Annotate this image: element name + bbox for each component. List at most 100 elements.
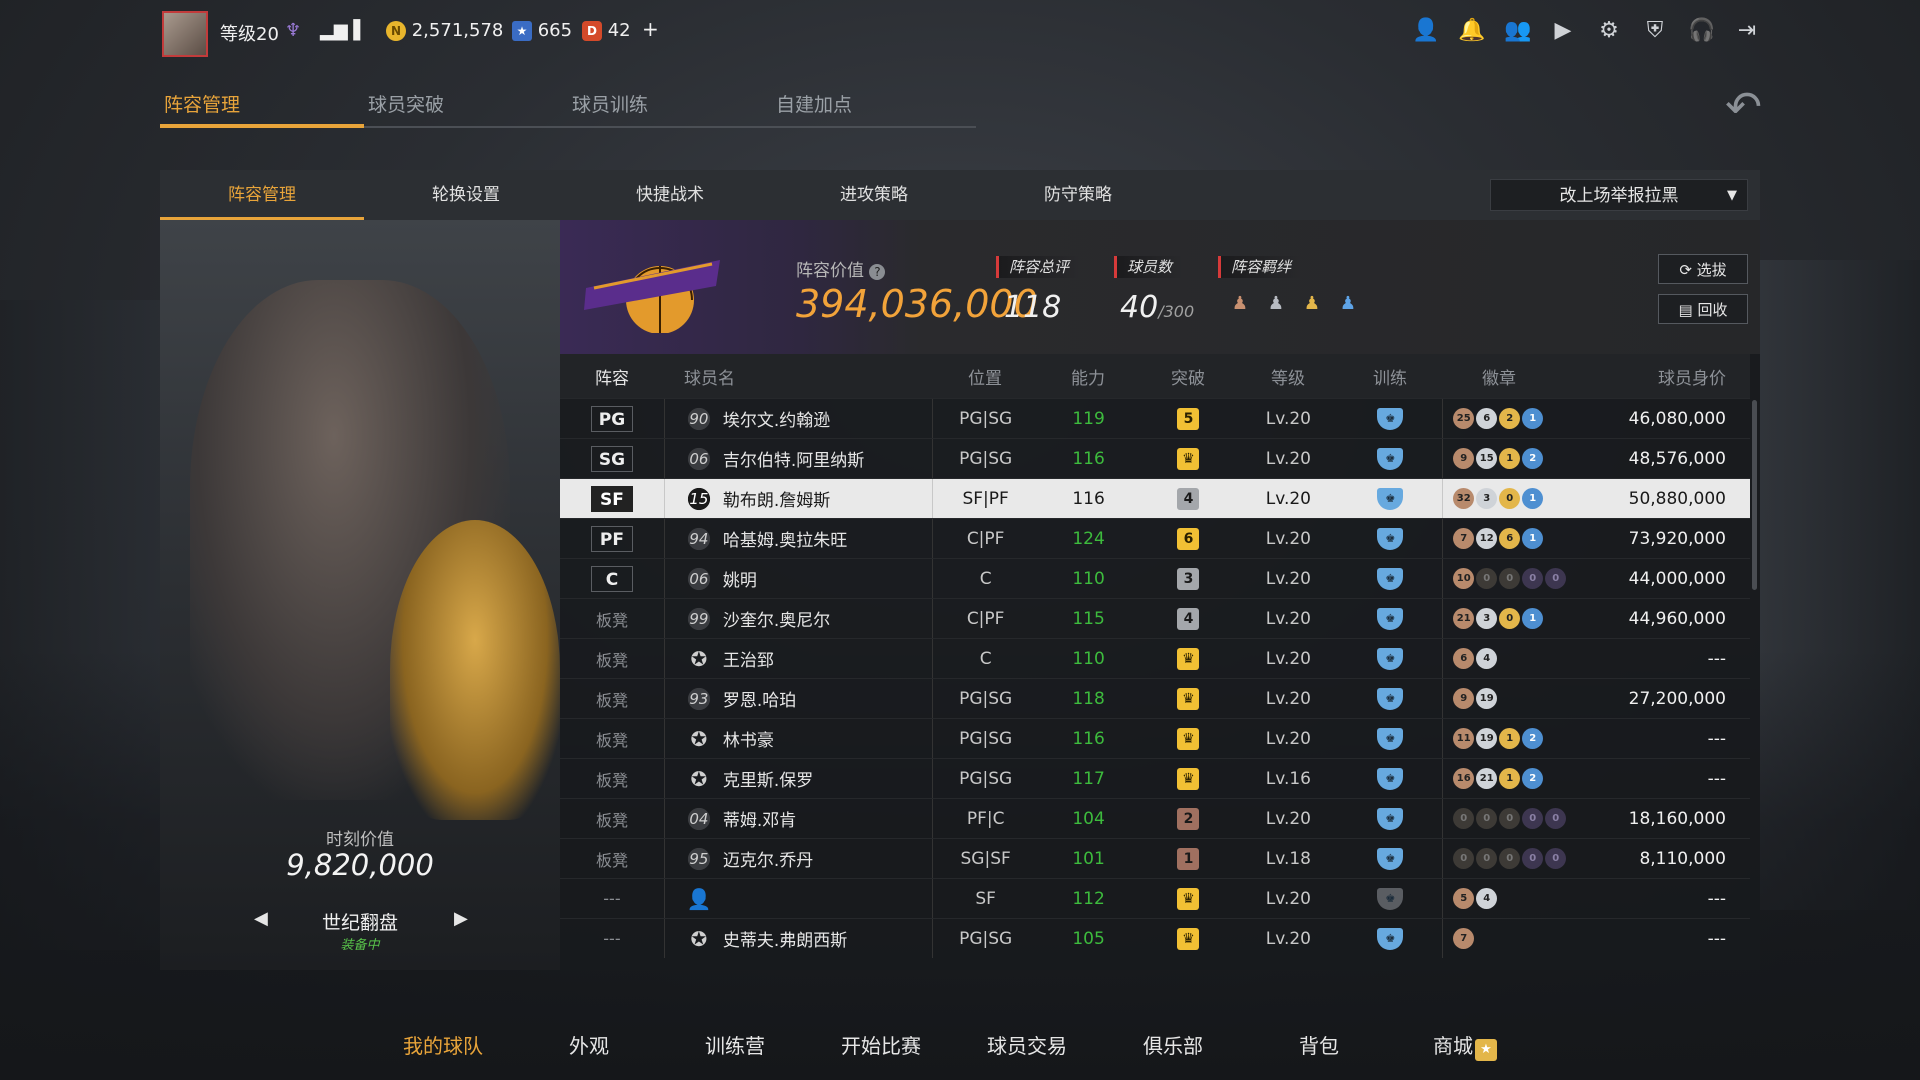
subtab-rotation[interactable]: 轮换设置: [364, 170, 568, 220]
back-arrow-icon[interactable]: ↶: [1725, 82, 1762, 133]
breakthrough-cell[interactable]: ♛: [1139, 927, 1239, 950]
breakthrough-cell[interactable]: ♛: [1139, 887, 1239, 910]
badges-cell[interactable]: 11 19 1 2: [1442, 719, 1580, 758]
nav-my-team[interactable]: 我的球队: [370, 1030, 516, 1061]
table-row[interactable]: 板凳 ✪ 克里斯.保罗 PG|SG 117 ♛ Lv.16 ♚ 16 21 1 2 --…: [560, 758, 1750, 798]
badges-cell[interactable]: 54: [1442, 879, 1580, 918]
badges-cell[interactable]: 9 19: [1442, 679, 1580, 718]
recycle-button[interactable]: ▤ 回收: [1658, 294, 1748, 324]
select-button[interactable]: ⟳ 选拔: [1658, 254, 1748, 284]
tab-training[interactable]: 球员训练: [568, 90, 772, 128]
add-currency-button[interactable]: +: [642, 17, 659, 41]
name-cell[interactable]: 04 蒂姆.邓肯: [665, 799, 933, 838]
tab-breakthrough[interactable]: 球员突破: [364, 90, 568, 128]
breakthrough-cell[interactable]: ♛: [1139, 647, 1239, 670]
bond-silver-icon[interactable]: ♟: [1262, 290, 1290, 318]
badges-cell[interactable]: 7 12 6 1: [1442, 519, 1580, 558]
name-cell[interactable]: 15 勒布朗.詹姆斯: [665, 479, 933, 518]
subtab-quick-tactics[interactable]: 快捷战术: [568, 170, 772, 220]
slot-cell[interactable]: 板凳: [560, 639, 665, 678]
name-cell[interactable]: ✪ 史蒂夫.弗朗西斯: [665, 919, 933, 958]
nav-appearance[interactable]: 外观: [516, 1030, 662, 1061]
nav-player-trade[interactable]: 球员交易: [954, 1030, 1100, 1061]
table-row[interactable]: C 06 姚明 C 110 3 Lv.20 ♚ 10 0 0 0 0 44,000,000: [560, 558, 1750, 598]
video-icon[interactable]: ▶: [1550, 18, 1576, 44]
bell-icon[interactable]: 🔔: [1458, 18, 1485, 44]
subtab-lineup[interactable]: 阵容管理: [160, 170, 364, 220]
friends-icon[interactable]: 👥: [1504, 18, 1531, 44]
breakthrough-cell[interactable]: 4: [1139, 607, 1239, 630]
training-cell[interactable]: ♚: [1338, 647, 1442, 670]
bond-bronze-icon[interactable]: ♟: [1226, 290, 1254, 318]
table-row[interactable]: PG 90 埃尔文.约翰逊 PG|SG 119 5 Lv.20 ♚ 25 6 2 1 4…: [560, 398, 1750, 438]
training-cell[interactable]: ♚: [1338, 607, 1442, 630]
subtab-offense[interactable]: 进攻策略: [772, 170, 976, 220]
badges-cell[interactable]: 25 6 2 1: [1442, 399, 1580, 438]
slot-cell[interactable]: 板凳: [560, 599, 665, 638]
training-cell[interactable]: ♚: [1338, 527, 1442, 550]
badges-cell[interactable]: 16 21 1 2: [1442, 759, 1580, 798]
slot-cell[interactable]: 板凳: [560, 799, 665, 838]
breakthrough-cell[interactable]: 6: [1139, 527, 1239, 550]
avatar[interactable]: [162, 11, 208, 57]
slot-cell[interactable]: 板凳: [560, 679, 665, 718]
table-row[interactable]: 板凳 ✪ 林书豪 PG|SG 116 ♛ Lv.20 ♚ 11 19 1 2 ---: [560, 718, 1750, 758]
badges-cell[interactable]: 9 15 1 2: [1442, 439, 1580, 478]
slot-cell[interactable]: ---: [560, 879, 665, 918]
badges-cell[interactable]: 7: [1442, 919, 1580, 958]
breakthrough-cell[interactable]: ♛: [1139, 727, 1239, 750]
table-row[interactable]: 板凳 04 蒂姆.邓肯 PF|C 104 2 Lv.20 ♚ 00000 18,1…: [560, 798, 1750, 838]
training-cell[interactable]: ♚: [1338, 447, 1442, 470]
gear-icon[interactable]: ⚙: [1596, 18, 1622, 44]
name-cell[interactable]: 06 吉尔伯特.阿里纳斯: [665, 439, 933, 478]
table-scrollbar[interactable]: [1752, 400, 1757, 590]
lineup-dropdown[interactable]: 改上场举报拉黑 ▼: [1490, 179, 1748, 211]
name-cell[interactable]: ✪ 王治郅: [665, 639, 933, 678]
table-row[interactable]: --- ✪ 史蒂夫.弗朗西斯 PG|SG 105 ♛ Lv.20 ♚ 7 ---: [560, 918, 1750, 958]
tab-lineup[interactable]: 阵容管理: [160, 90, 364, 128]
bond-blue-icon[interactable]: ♟: [1334, 290, 1362, 318]
slot-cell[interactable]: SF: [560, 479, 665, 518]
name-cell[interactable]: 90 埃尔文.约翰逊: [665, 399, 933, 438]
badges-cell[interactable]: 32 3 0 1: [1442, 479, 1580, 518]
nav-start-game[interactable]: 开始比赛: [808, 1030, 954, 1061]
table-row[interactable]: --- 👤 SF 112 ♛ Lv.20 ♚ 54 ---: [560, 878, 1750, 918]
table-row[interactable]: 板凳 95 迈克尔.乔丹 SG|SF 101 1 Lv.18 ♚ 00000 8,…: [560, 838, 1750, 878]
slot-cell[interactable]: 板凳: [560, 839, 665, 878]
subtab-defense[interactable]: 防守策略: [976, 170, 1180, 220]
table-row[interactable]: 板凳 93 罗恩.哈珀 PG|SG 118 ♛ Lv.20 ♚ 9 19 27,20…: [560, 678, 1750, 718]
headset-icon[interactable]: 🎧: [1688, 18, 1715, 44]
breakthrough-cell[interactable]: ♛: [1139, 767, 1239, 790]
breakthrough-cell[interactable]: 5: [1139, 407, 1239, 430]
logout-icon[interactable]: ⇥: [1734, 18, 1760, 44]
table-row[interactable]: PF 94 哈基姆.奥拉朱旺 C|PF 124 6 Lv.20 ♚ 7 12 6 1 7…: [560, 518, 1750, 558]
badges-cell[interactable]: 64: [1442, 639, 1580, 678]
training-cell[interactable]: ♚: [1338, 567, 1442, 590]
name-cell[interactable]: 94 哈基姆.奥拉朱旺: [665, 519, 933, 558]
nav-club[interactable]: 俱乐部: [1100, 1030, 1246, 1061]
name-cell[interactable]: 👤: [665, 879, 933, 918]
training-cell[interactable]: ♚: [1338, 407, 1442, 430]
table-row[interactable]: 板凳 99 沙奎尔.奥尼尔 C|PF 115 4 Lv.20 ♚ 21 3 0 1 44…: [560, 598, 1750, 638]
slot-cell[interactable]: C: [560, 559, 665, 598]
slot-cell[interactable]: ---: [560, 919, 665, 958]
next-skin-arrow-icon[interactable]: ▶: [454, 908, 468, 929]
badges-cell[interactable]: 00000: [1442, 799, 1580, 838]
training-cell[interactable]: ♚: [1338, 887, 1442, 910]
breakthrough-cell[interactable]: 3: [1139, 567, 1239, 590]
breakthrough-cell[interactable]: 1: [1139, 847, 1239, 870]
training-cell[interactable]: ♚: [1338, 847, 1442, 870]
player-card[interactable]: 时刻价值 9,820,000 ◀ 世纪翻盘 ▶ 装备中: [160, 220, 560, 970]
table-row[interactable]: SG 06 吉尔伯特.阿里纳斯 PG|SG 116 ♛ Lv.20 ♚ 9 15 1 2…: [560, 438, 1750, 478]
breakthrough-cell[interactable]: 2: [1139, 807, 1239, 830]
nav-backpack[interactable]: 背包: [1246, 1030, 1392, 1061]
training-cell[interactable]: ♚: [1338, 927, 1442, 950]
training-cell[interactable]: ♚: [1338, 767, 1442, 790]
name-cell[interactable]: 06 姚明: [665, 559, 933, 598]
table-row[interactable]: 板凳 ✪ 王治郅 C 110 ♛ Lv.20 ♚ 64 ---: [560, 638, 1750, 678]
breakthrough-cell[interactable]: 4: [1139, 487, 1239, 510]
slot-cell[interactable]: SG: [560, 439, 665, 478]
tab-custom-points[interactable]: 自建加点: [772, 90, 976, 128]
bond-icons[interactable]: ♟ ♟ ♟ ♟: [1226, 290, 1362, 318]
badges-cell[interactable]: 10 0 0 0 0: [1442, 559, 1580, 598]
